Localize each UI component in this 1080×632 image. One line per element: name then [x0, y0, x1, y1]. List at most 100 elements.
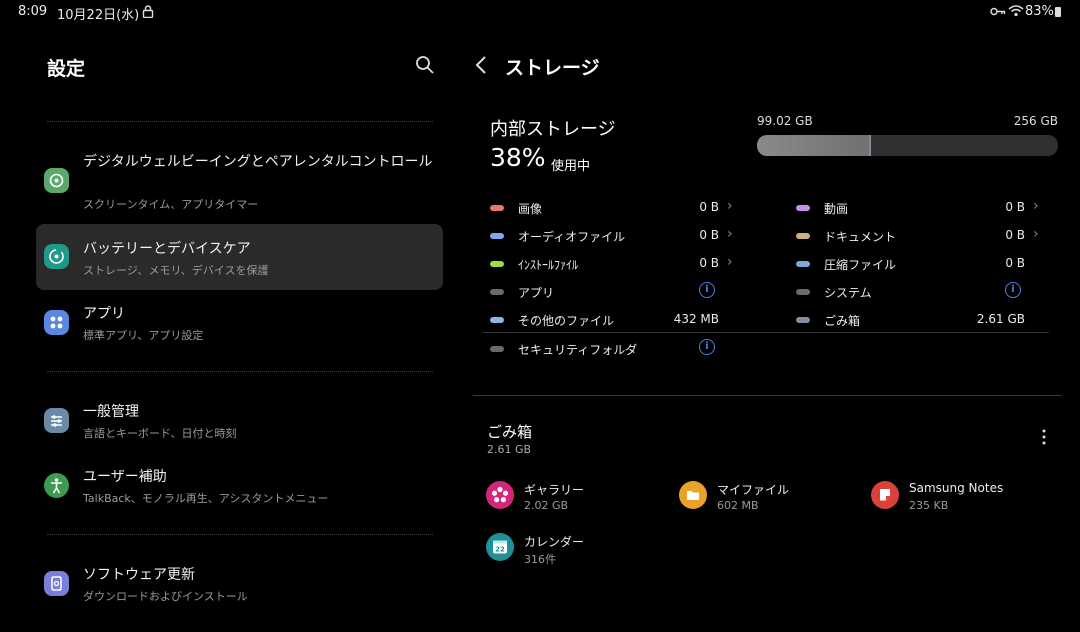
- menu-accessibility[interactable]: ユーザー補助 TalkBack、モノラル再生、アシスタントメニュー: [36, 463, 443, 513]
- menu-item-subtitle: 言語とキーボード、日付と時刻: [83, 427, 237, 440]
- storage-bar-fill: [757, 135, 872, 156]
- storage-title: ストレージ: [505, 57, 600, 79]
- menu-digital-wellbeing[interactable]: デジタルウェルビーイングとペアレンタルコントロール スクリーンタイム、アプリタイ…: [36, 148, 443, 214]
- device-care-icon: [44, 244, 69, 269]
- lock-icon: [142, 5, 154, 18]
- menu-software-update[interactable]: ソフトウェア更新 ダウンロードおよびインストール: [36, 561, 443, 611]
- back-arrow-icon[interactable]: [474, 55, 488, 75]
- menu-item-title: ユーザー補助: [83, 469, 167, 485]
- usage-suffix: 使用中: [551, 159, 591, 174]
- storage-bar-trash-segment: [869, 135, 872, 156]
- category-dot: [490, 205, 504, 211]
- menu-item-subtitle: TalkBack、モノラル再生、アシスタントメニュー: [83, 492, 329, 505]
- key-icon: [990, 7, 1006, 16]
- app-name: マイファイル: [717, 483, 790, 497]
- storage-bar: [757, 135, 1058, 156]
- category-row[interactable]: ｲﾝｽﾄｰﾙﾌｧｲﾙ 0 B ›: [483, 251, 737, 275]
- category-value: 0 B: [699, 228, 719, 242]
- category-dot: [490, 289, 504, 295]
- sliders-icon: [44, 408, 69, 433]
- category-dot: [796, 205, 810, 211]
- category-row[interactable]: 画像 0 B ›: [483, 195, 737, 219]
- usage-percent: 38%: [490, 143, 546, 172]
- category-row[interactable]: アプリ i: [483, 279, 737, 303]
- menu-item-title: 一般管理: [83, 404, 139, 420]
- category-dot: [796, 289, 810, 295]
- menu-item-title: ソフトウェア更新: [83, 567, 195, 583]
- category-value: 0 B: [1005, 200, 1025, 214]
- divider: [47, 371, 433, 372]
- category-name: 圧縮ファイル: [824, 258, 897, 272]
- divider: [47, 121, 433, 122]
- category-value: 0 B: [699, 256, 719, 270]
- trash-app-gallery[interactable]: ギャラリー 2.02 GB: [486, 478, 666, 518]
- info-icon[interactable]: i: [699, 339, 715, 355]
- chevron-right-icon: ›: [1033, 198, 1039, 214]
- divider: [483, 332, 1049, 333]
- accessibility-icon: [44, 473, 69, 498]
- battery-percent: 83%: [1025, 4, 1054, 19]
- menu-item-subtitle: ストレージ、メモリ、デバイスを保護: [83, 264, 269, 277]
- category-name: システム: [824, 286, 872, 300]
- menu-item-title: アプリ: [83, 306, 125, 322]
- menu-battery-device-care[interactable]: バッテリーとデバイスケア ストレージ、メモリ、デバイスを保護: [36, 224, 443, 290]
- category-row[interactable]: オーディオファイル 0 B ›: [483, 223, 737, 247]
- category-row[interactable]: ドキュメント 0 B ›: [789, 223, 1049, 247]
- software-update-icon: [44, 571, 69, 596]
- category-value: 2.61 GB: [976, 312, 1025, 326]
- trash-title: ごみ箱: [487, 423, 533, 441]
- info-icon[interactable]: i: [699, 282, 715, 298]
- search-icon[interactable]: [415, 55, 435, 75]
- category-name: 画像: [518, 202, 543, 216]
- category-row[interactable]: システム i: [789, 279, 1049, 303]
- chevron-right-icon: ›: [727, 254, 733, 270]
- trash-app-my-files[interactable]: マイファイル 602 MB: [679, 478, 859, 518]
- app-name: カレンダー: [524, 535, 585, 549]
- notes-icon: [871, 481, 899, 509]
- category-value: 0 B: [1005, 228, 1025, 242]
- category-name: その他のファイル: [518, 314, 615, 328]
- more-options-icon[interactable]: [1037, 428, 1051, 446]
- trash-app-samsung-notes[interactable]: Samsung Notes 235 KB: [871, 478, 1051, 518]
- apps-icon: [44, 310, 69, 335]
- svg-text:22: 22: [495, 546, 505, 554]
- trash-app-calendar[interactable]: 22 カレンダー 316件: [486, 530, 666, 570]
- category-dot: [490, 233, 504, 239]
- app-name: ギャラリー: [524, 483, 585, 497]
- app-size: 235 KB: [909, 499, 949, 512]
- category-row[interactable]: セキュリティフォルダ i: [483, 336, 737, 360]
- category-row[interactable]: 動画 0 B ›: [789, 195, 1049, 219]
- category-name: セキュリティフォルダ: [518, 343, 638, 357]
- category-name: ドキュメント: [824, 230, 897, 244]
- status-date: 10月22日(水): [57, 8, 140, 23]
- category-dot: [490, 346, 504, 352]
- category-row[interactable]: ごみ箱 2.61 GB: [789, 307, 1049, 331]
- used-size: 99.02 GB: [757, 114, 813, 128]
- divider: [47, 534, 433, 535]
- app-size: 602 MB: [717, 499, 759, 512]
- menu-apps[interactable]: アプリ 標準アプリ、アプリ設定: [36, 300, 443, 350]
- gallery-icon: [486, 481, 514, 509]
- category-dot: [796, 317, 810, 323]
- category-row[interactable]: 圧縮ファイル 0 B: [789, 251, 1049, 275]
- trash-size: 2.61 GB: [487, 443, 532, 456]
- category-value: 432 MB: [673, 312, 719, 326]
- info-icon[interactable]: i: [1005, 282, 1021, 298]
- menu-general-management[interactable]: 一般管理 言語とキーボード、日付と時刻: [36, 398, 443, 448]
- app-size: 2.02 GB: [524, 499, 569, 512]
- total-size: 256 GB: [1013, 114, 1058, 128]
- category-value: 0 B: [699, 200, 719, 214]
- internal-storage-label: 内部ストレージ: [490, 119, 616, 140]
- category-dot: [490, 317, 504, 323]
- category-name: ごみ箱: [824, 314, 861, 328]
- category-dot: [796, 233, 810, 239]
- app-size: 316件: [524, 553, 556, 566]
- status-time: 8:09: [18, 4, 48, 19]
- folder-icon: [679, 481, 707, 509]
- menu-item-subtitle: ダウンロードおよびインストール: [83, 590, 248, 603]
- category-dot: [796, 261, 810, 267]
- category-name: オーディオファイル: [518, 230, 626, 244]
- category-row[interactable]: その他のファイル 432 MB: [483, 307, 737, 331]
- chevron-right-icon: ›: [1033, 226, 1039, 242]
- battery-icon: [1055, 7, 1061, 17]
